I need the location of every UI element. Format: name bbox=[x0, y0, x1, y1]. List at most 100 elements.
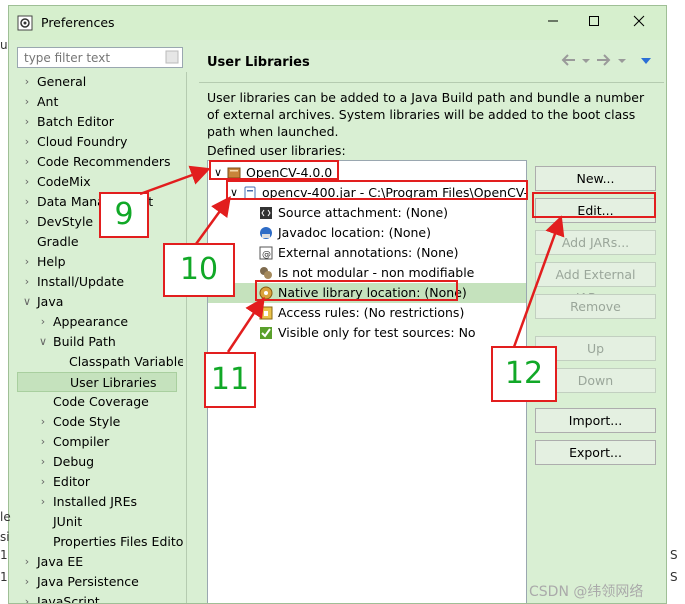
tree-item-label: General bbox=[37, 74, 87, 89]
collapse-chevron-icon[interactable]: › bbox=[37, 432, 49, 452]
tree-item-label: User Libraries bbox=[70, 375, 157, 390]
clear-filter-icon[interactable] bbox=[164, 49, 180, 65]
collapse-chevron-icon[interactable]: › bbox=[21, 592, 33, 603]
tree-item[interactable]: › Cloud Foundry bbox=[17, 132, 183, 152]
expand-chevron-icon[interactable]: ∨ bbox=[21, 292, 33, 312]
collapse-chevron-icon[interactable]: › bbox=[21, 92, 33, 112]
tree-item[interactable]: › Help bbox=[17, 252, 183, 272]
tree-item-label: Build Path bbox=[53, 334, 116, 349]
filter-input[interactable] bbox=[17, 47, 183, 68]
collapse-chevron-icon[interactable]: › bbox=[21, 192, 33, 212]
collapse-chevron-icon[interactable]: › bbox=[21, 252, 33, 272]
access-rules-icon bbox=[259, 306, 273, 320]
collapse-chevron-icon[interactable]: › bbox=[21, 172, 33, 192]
window-title: Preferences bbox=[41, 15, 115, 30]
background-window-fragment: 1 bbox=[0, 548, 8, 562]
tree-item-label: Gradle bbox=[37, 234, 79, 249]
minimize-button[interactable] bbox=[537, 12, 569, 34]
remove-button[interactable]: Remove bbox=[535, 294, 656, 319]
tree-item-label: Java Persistence bbox=[37, 574, 139, 589]
forward-button[interactable] bbox=[595, 53, 613, 71]
tree-item-label: Classpath Variable bbox=[69, 354, 183, 369]
collapse-chevron-icon[interactable]: › bbox=[21, 572, 33, 592]
tree-item[interactable]: › Code Recommenders bbox=[17, 152, 183, 172]
back-arrow-icon bbox=[561, 54, 575, 66]
source-attachment-icon bbox=[260, 207, 272, 219]
new-button[interactable]: New... bbox=[535, 166, 656, 191]
background-window-fragment: le bbox=[0, 510, 11, 524]
tree-item[interactable]: Classpath Variable bbox=[17, 352, 183, 372]
export-button[interactable]: Export... bbox=[535, 440, 656, 465]
tree-item[interactable]: › Ant bbox=[17, 92, 183, 112]
collapse-chevron-icon[interactable]: › bbox=[37, 472, 49, 492]
collapse-chevron-icon[interactable]: › bbox=[37, 452, 49, 472]
maximize-icon bbox=[589, 16, 599, 26]
preference-tree[interactable]: › General › Ant › Batch Editor › Cloud Foundry ›… bbox=[17, 72, 183, 603]
collapse-chevron-icon[interactable]: › bbox=[21, 212, 33, 232]
tree-item[interactable]: › CodeMix bbox=[17, 172, 183, 192]
close-icon bbox=[633, 15, 645, 27]
library-item-label: External annotations: (None) bbox=[278, 245, 459, 260]
maximize-button[interactable] bbox=[578, 12, 610, 34]
collapse-chevron-icon[interactable]: › bbox=[21, 552, 33, 572]
page-description: User libraries can be added to a Java Bu… bbox=[207, 90, 645, 139]
tree-item[interactable]: › Java Persistence bbox=[17, 572, 183, 592]
view-menu-icon bbox=[641, 58, 651, 64]
library-item-label: Visible only for test sources: No bbox=[278, 325, 476, 340]
expand-chevron-icon[interactable]: ∨ bbox=[37, 332, 49, 352]
tree-item[interactable]: › JavaScript bbox=[17, 592, 183, 603]
javadoc-icon bbox=[260, 227, 272, 239]
library-tree-item[interactable]: Access rules: (No restrictions) bbox=[208, 303, 526, 323]
background-window-fragment: si bbox=[0, 530, 10, 544]
highlight-box-native-library bbox=[255, 280, 458, 301]
collapse-chevron-icon[interactable]: › bbox=[37, 492, 49, 512]
collapse-chevron-icon[interactable]: › bbox=[21, 272, 33, 292]
close-button[interactable] bbox=[623, 12, 655, 34]
tree-item-label: CodeMix bbox=[37, 174, 91, 189]
tree-item[interactable]: › Code Style bbox=[17, 412, 183, 432]
back-button[interactable] bbox=[559, 53, 577, 71]
tree-item[interactable]: › Debug bbox=[17, 452, 183, 472]
view-menu-button[interactable] bbox=[637, 53, 655, 71]
tree-item[interactable]: › Batch Editor bbox=[17, 112, 183, 132]
tree-item[interactable]: JUnit bbox=[17, 512, 183, 532]
library-tree-item[interactable]: Javadoc location: (None) bbox=[208, 223, 526, 243]
test-sources-icon bbox=[260, 327, 272, 339]
watermark: CSDN @纬领网络 bbox=[529, 584, 644, 600]
collapse-chevron-icon[interactable]: › bbox=[21, 112, 33, 132]
collapse-chevron-icon[interactable]: › bbox=[37, 312, 49, 332]
tree-item[interactable]: › Install/Update bbox=[17, 272, 183, 292]
library-tree-item[interactable]: Visible only for test sources: No bbox=[208, 323, 526, 343]
chevron-down-icon bbox=[618, 59, 626, 63]
back-menu-button[interactable] bbox=[577, 53, 595, 71]
tree-item-label: Java EE bbox=[37, 554, 84, 569]
background-window-fragment: S bbox=[670, 570, 678, 584]
tree-item[interactable]: › Java EE bbox=[17, 552, 183, 572]
splitter[interactable] bbox=[186, 72, 187, 603]
library-tree-item[interactable]: @ External annotations: (None) bbox=[208, 243, 526, 263]
collapse-chevron-icon[interactable]: › bbox=[21, 152, 33, 172]
collapse-chevron-icon[interactable]: › bbox=[37, 412, 49, 432]
highlight-box-edit bbox=[532, 192, 656, 218]
tree-item[interactable]: › Compiler bbox=[17, 432, 183, 452]
import-button[interactable]: Import... bbox=[535, 408, 656, 433]
tree-item[interactable]: › Installed JREs bbox=[17, 492, 183, 512]
tree-item[interactable]: › Appearance bbox=[17, 312, 183, 332]
add-jars-button[interactable]: Add JARs... bbox=[535, 230, 656, 255]
tree-item[interactable]: Properties Files Edito bbox=[17, 532, 183, 552]
tree-item[interactable]: Code Coverage bbox=[17, 392, 183, 412]
tree-item[interactable]: ∨ Build Path bbox=[17, 332, 183, 352]
collapse-chevron-icon[interactable]: › bbox=[21, 132, 33, 152]
tree-item[interactable]: User Libraries bbox=[17, 372, 177, 392]
tree-item[interactable]: › General bbox=[17, 72, 183, 92]
tree-item[interactable]: ∨ Java bbox=[17, 292, 183, 312]
tree-item-label: Appearance bbox=[53, 314, 129, 329]
annotation-number-12: 12 bbox=[491, 346, 557, 402]
collapse-chevron-icon[interactable]: › bbox=[21, 72, 33, 92]
background-window-fragment: 1 bbox=[0, 570, 8, 584]
add-external-jars-button[interactable]: Add External JARs... bbox=[535, 262, 656, 305]
forward-menu-button[interactable] bbox=[613, 53, 631, 71]
defined-libraries-label: Defined user libraries: bbox=[207, 143, 346, 158]
tree-item[interactable]: › Editor bbox=[17, 472, 183, 492]
library-tree-item[interactable]: Source attachment: (None) bbox=[208, 203, 526, 223]
